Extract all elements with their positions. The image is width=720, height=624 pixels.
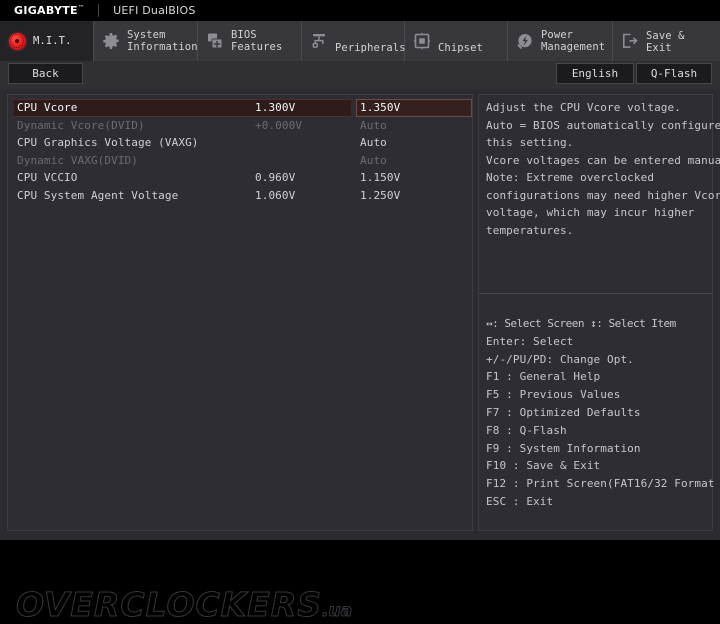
gigabyte-logo: GIGABYTE™ — [0, 4, 84, 17]
setting-value[interactable]: 1.350V — [360, 101, 400, 114]
help-line: Vcore voltages can be entered manually. — [486, 153, 720, 167]
help-description: Adjust the CPU Vcore voltage. Auto = BIO… — [479, 99, 720, 239]
setting-row-cpu-graphics-voltage[interactable]: CPU Graphics Voltage (VAXG) Auto — [8, 134, 472, 152]
back-button[interactable]: Back — [8, 63, 83, 84]
trademark-symbol: ™ — [77, 4, 85, 12]
setting-row-cpu-system-agent-voltage[interactable]: CPU System Agent Voltage 1.060V 1.250V — [8, 187, 472, 205]
help-line: Auto = BIOS automatically configures — [486, 118, 720, 132]
tab-chipset[interactable]: Chipset — [405, 21, 508, 61]
tab-chipset-label: Chipset — [438, 42, 483, 54]
content-area: CPU Vcore 1.300V 1.350V Dynamic Vcore(DV… — [0, 89, 720, 624]
dial-icon — [7, 31, 27, 51]
setting-current: 1.060V — [255, 188, 296, 202]
setting-label: CPU Vcore — [17, 101, 78, 115]
peripherals-icon — [309, 31, 329, 51]
key-legend-line: F7 : Optimized Defaults — [486, 405, 641, 419]
settings-panel: CPU Vcore 1.300V 1.350V Dynamic Vcore(DV… — [7, 94, 473, 531]
setting-value[interactable]: 1.150V — [360, 171, 400, 184]
key-legend-line: F12 : Print Screen(FAT16/32 Format Only) — [486, 477, 720, 491]
tab-power-management-label: Power Management — [541, 29, 606, 53]
tab-bios-features[interactable]: BIOS Features — [198, 21, 302, 61]
key-legend-line: +/-/PU/PD: Change Opt. — [486, 352, 634, 366]
main-tab-strip: M.I.T. System Information BIOS Features — [0, 21, 720, 61]
help-line: Note: Extreme overclocked — [486, 171, 655, 184]
brand-bar: GIGABYTE™ UEFI DualBIOS — [0, 0, 720, 21]
setting-row-cpu-vccio[interactable]: CPU VCCIO 0.960V 1.150V — [8, 169, 472, 187]
tab-peripherals[interactable]: Peripherals — [302, 21, 406, 61]
help-line: configurations may need higher Vcore — [486, 188, 720, 202]
key-legend-line: F8 : Q-Flash — [486, 423, 567, 437]
watermark: OVERCLOCKERS.ua — [15, 585, 353, 624]
chipset-icon — [412, 31, 432, 51]
setting-current: 0.960V — [255, 171, 296, 185]
setting-label: CPU Graphics Voltage (VAXG) — [17, 136, 199, 150]
setting-label: CPU System Agent Voltage — [17, 188, 179, 202]
setting-row-dynamic-vaxg-dvid[interactable]: Dynamic VAXG(DVID) Auto — [8, 152, 472, 170]
setting-current: +0.000V — [255, 118, 303, 132]
tab-save-and-exit-label: Save & Exit — [646, 30, 685, 54]
help-line: this setting. — [486, 136, 574, 149]
setting-row-dynamic-vcore-dvid[interactable]: Dynamic Vcore(DVID) +0.000V Auto — [8, 117, 472, 135]
setting-current: 1.300V — [255, 101, 296, 115]
watermark-text: OVERCLOCKERS — [15, 585, 323, 624]
bios-chip-icon — [205, 31, 225, 51]
key-legend-line: F1 : General Help — [486, 370, 601, 384]
settings-list: CPU Vcore 1.300V 1.350V Dynamic Vcore(DV… — [8, 99, 472, 204]
help-panel: Adjust the CPU Vcore voltage. Auto = BIO… — [478, 94, 720, 531]
key-legend-line: F10 : Save & Exit — [486, 459, 601, 473]
help-panel-divider — [479, 293, 712, 294]
tab-save-and-exit[interactable]: Save & Exit — [613, 21, 719, 61]
brand-divider — [98, 4, 100, 17]
setting-label: Dynamic VAXG(DVID) — [17, 153, 139, 167]
setting-value[interactable]: 1.250V — [360, 189, 400, 202]
setting-row-cpu-vcore[interactable]: CPU Vcore 1.300V 1.350V — [8, 99, 472, 117]
setting-label: CPU VCCIO — [17, 171, 78, 185]
key-legend: ↔: Select Screen ↕: Select Item Enter: S… — [479, 315, 720, 511]
help-line: Adjust the CPU Vcore voltage. — [486, 101, 681, 114]
gigabyte-logo-text: GIGABYTE — [14, 4, 78, 17]
gear-icon — [101, 31, 121, 51]
tab-mit[interactable]: M.I.T. — [0, 21, 94, 61]
key-legend-line: F5 : Previous Values — [486, 388, 621, 402]
setting-value[interactable]: Auto — [360, 119, 387, 132]
key-legend-line: ↔: Select Screen ↕: Select Item — [486, 317, 676, 330]
tab-bios-features-label: BIOS Features — [231, 29, 283, 53]
power-bolt-icon — [515, 31, 535, 51]
tab-system-information[interactable]: System Information — [94, 21, 198, 61]
brand-subtitle: UEFI DualBIOS — [113, 4, 196, 17]
tab-power-management[interactable]: Power Management — [508, 21, 613, 61]
setting-value[interactable]: Auto — [360, 154, 387, 167]
key-legend-line: ESC : Exit — [486, 494, 554, 508]
help-line: temperatures. — [486, 223, 574, 237]
setting-label: Dynamic Vcore(DVID) — [17, 118, 145, 132]
help-line: voltage, which may incur higher — [486, 206, 695, 219]
sub-toolbar: Back English Q-Flash — [0, 61, 720, 89]
key-legend-line: F9 : System Information — [486, 441, 641, 455]
watermark-suffix: .ua — [322, 601, 353, 622]
exit-door-icon — [620, 31, 640, 51]
tab-peripherals-label: Peripherals — [335, 42, 406, 54]
tab-mit-label: M.I.T. — [33, 35, 72, 47]
language-button[interactable]: English — [556, 63, 634, 84]
bios-screen: GIGABYTE™ UEFI DualBIOS M.I.T. System In… — [0, 0, 720, 624]
setting-value[interactable]: Auto — [360, 136, 387, 149]
key-legend-line: Enter: Select — [486, 334, 574, 348]
tab-system-information-label: System Information — [127, 29, 198, 53]
qflash-button[interactable]: Q-Flash — [636, 63, 712, 84]
